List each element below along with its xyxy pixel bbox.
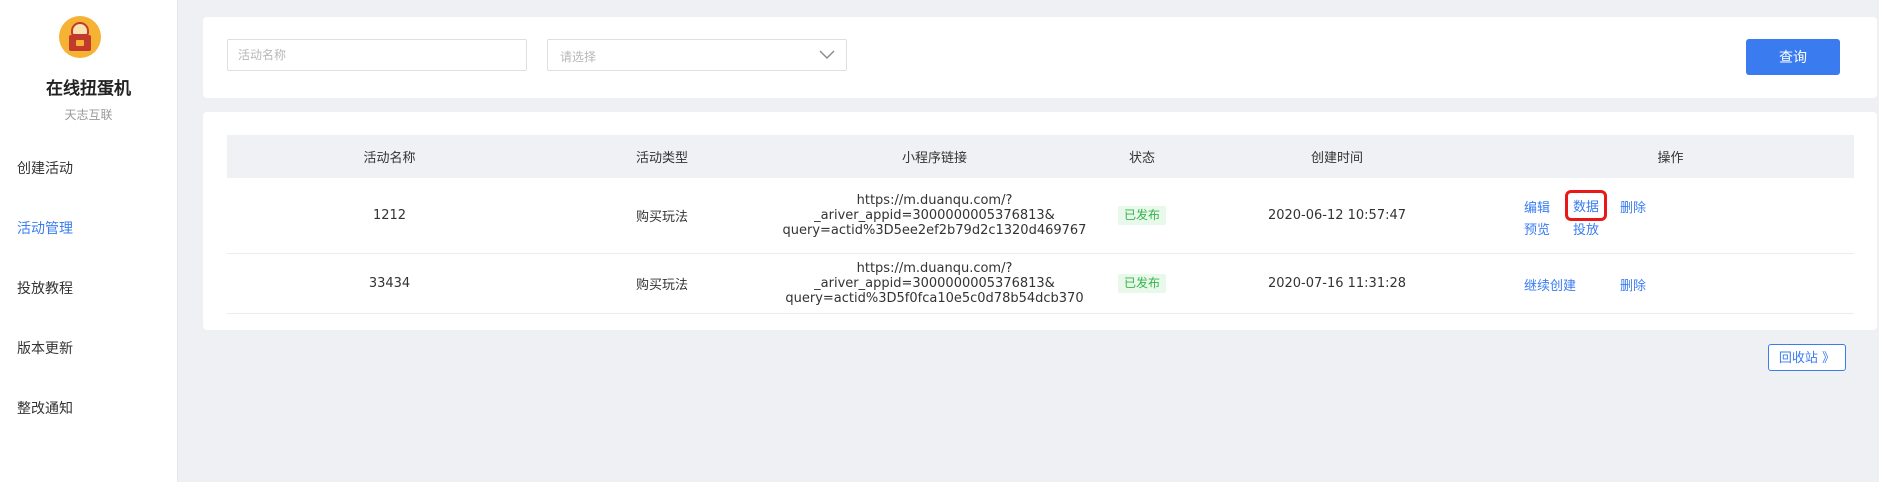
capsule-machine-logo-icon [59, 16, 101, 58]
app-name: 在线扭蛋机 [46, 79, 131, 99]
sidebar-item-version-update[interactable]: 版本更新 [0, 330, 177, 390]
preview-link[interactable]: 预览 [1524, 219, 1550, 238]
sidebar-item-rectification-notice[interactable]: 整改通知 [0, 390, 177, 450]
table-row: 1212 购买玩法 https://m.duanqu.com/?_ariver_… [227, 178, 1854, 254]
edit-link[interactable]: 编辑 [1524, 197, 1550, 216]
header-actions: 操作 [1487, 135, 1854, 178]
cell-actions: 继续创建 删除 [1487, 253, 1854, 314]
activity-name-field [227, 39, 527, 71]
cell-activity-name: 33434 [227, 253, 552, 314]
sidebar-item-launch-tutorial[interactable]: 投放教程 [0, 270, 177, 330]
cell-created-time: 2020-07-16 11:31:28 [1187, 253, 1487, 314]
table-header-row: 活动名称 活动类型 小程序链接 状态 创建时间 操作 [227, 135, 1854, 178]
delete-link[interactable]: 删除 [1620, 275, 1646, 294]
link-line-1: https://m.duanqu.com/?_ariver_appid=3000… [814, 193, 1055, 223]
chevron-down-icon [819, 50, 835, 59]
activity-table: 活动名称 活动类型 小程序链接 状态 创建时间 操作 1212 购买玩法 htt… [227, 135, 1854, 314]
continue-create-link[interactable]: 继续创建 [1524, 275, 1576, 294]
sidebar-item-create-activity[interactable]: 创建活动 [0, 150, 177, 210]
cell-activity-type: 购买玩法 [552, 253, 772, 314]
search-panel: 请选择 查询 [203, 17, 1877, 98]
header-mini-program-link: 小程序链接 [772, 135, 1097, 178]
table-row: 33434 购买玩法 https://m.duanqu.com/?_ariver… [227, 253, 1854, 314]
link-line-1: https://m.duanqu.com/?_ariver_appid=3000… [814, 261, 1055, 291]
delete-link[interactable]: 删除 [1620, 197, 1646, 216]
sidebar-item-activity-management[interactable]: 活动管理 [0, 210, 177, 270]
query-button[interactable]: 查询 [1746, 39, 1840, 75]
activity-name-input[interactable] [228, 40, 526, 70]
launch-link[interactable]: 投放 [1573, 219, 1599, 238]
header-status: 状态 [1097, 135, 1187, 178]
activity-type-select[interactable]: 请选择 [547, 39, 847, 71]
link-line-2: query=actid%3D5f0fca10e5c0d78b54dcb370 [785, 291, 1084, 306]
recycle-bin-button[interactable]: 回收站 》 [1768, 344, 1846, 371]
header-activity-name: 活动名称 [227, 135, 552, 178]
cell-status: 已发布 [1097, 253, 1187, 314]
sidebar: 在线扭蛋机 天志互联 创建活动 活动管理 投放教程 版本更新 整改通知 [0, 0, 178, 482]
sidebar-nav: 创建活动 活动管理 投放教程 版本更新 整改通知 [0, 150, 177, 450]
activity-table-panel: 活动名称 活动类型 小程序链接 状态 创建时间 操作 1212 购买玩法 htt… [203, 112, 1877, 330]
status-badge: 已发布 [1117, 206, 1166, 225]
activity-type-placeholder: 请选择 [560, 50, 597, 64]
status-badge: 已发布 [1117, 274, 1166, 293]
cell-activity-type: 购买玩法 [552, 178, 772, 254]
cell-actions: 编辑 数据 删除 预览 投放 [1487, 178, 1854, 254]
cell-created-time: 2020-06-12 10:57:47 [1187, 178, 1487, 254]
header-created-time: 创建时间 [1187, 135, 1487, 178]
link-line-2: query=actid%3D5ee2ef2b79d2c1320d469767 [782, 223, 1087, 238]
data-link[interactable]: 数据 [1564, 190, 1608, 221]
cell-activity-name: 1212 [227, 178, 552, 254]
cell-mini-program-link: https://m.duanqu.com/?_ariver_appid=3000… [772, 178, 1097, 254]
app-subtitle: 天志互联 [64, 108, 113, 122]
header-activity-type: 活动类型 [552, 135, 772, 178]
cell-mini-program-link: https://m.duanqu.com/?_ariver_appid=3000… [772, 253, 1097, 314]
cell-status: 已发布 [1097, 178, 1187, 254]
